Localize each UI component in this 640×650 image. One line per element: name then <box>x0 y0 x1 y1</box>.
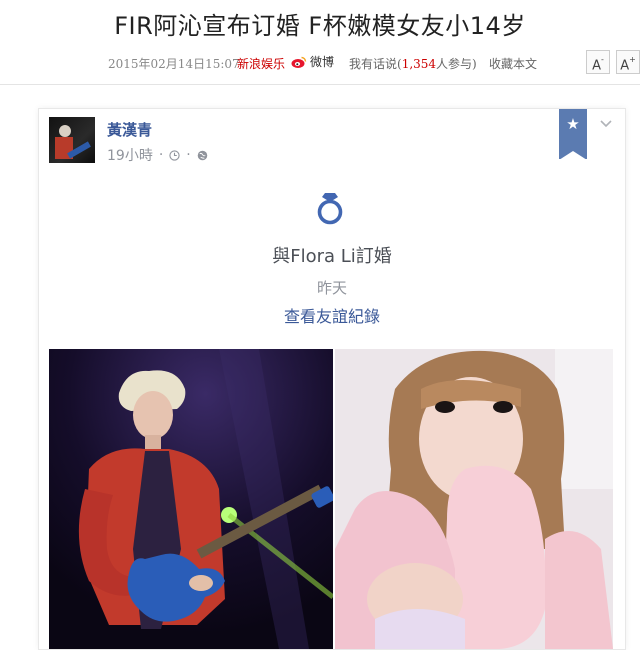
post-timestamp: 19小時 · · <box>107 145 208 165</box>
font-increase-sup: + <box>629 55 636 64</box>
post-time-text[interactable]: 19小時 <box>107 145 153 165</box>
weibo-share[interactable]: 微博 <box>291 53 334 70</box>
globe-icon[interactable] <box>197 150 208 161</box>
collect-article-link[interactable]: 收藏本文 <box>489 55 537 72</box>
avatar[interactable] <box>49 117 95 163</box>
font-increase-button[interactable]: A+ <box>616 50 640 74</box>
weibo-label: 微博 <box>310 55 335 69</box>
life-event-title: 與Flora Li訂婚 <box>272 246 392 267</box>
font-decrease-sup: - <box>601 55 604 64</box>
post-author-name[interactable]: 黃漢青 <box>107 119 152 140</box>
font-decrease-label: A <box>592 58 601 74</box>
comments-prefix: 我有话说( <box>349 57 402 71</box>
facebook-post-card: 黃漢青 19小時 · · ★ 與Flora Li訂婚 昨天 查看友誼紀錄 <box>38 108 626 650</box>
chevron-down-icon[interactable] <box>599 119 613 129</box>
separator-dot-2: · <box>186 147 191 163</box>
comments-suffix: 人参与) <box>436 57 477 71</box>
star-icon: ★ <box>566 115 580 133</box>
see-friendship-link[interactable]: 查看友誼紀錄 <box>39 303 625 327</box>
source-link[interactable]: 新浪娱乐 <box>237 55 285 72</box>
article-meta: 2015年02月14日15:07 新浪娱乐 微博 我有话说(1,354人参与) … <box>0 48 640 78</box>
photo-guitarist[interactable] <box>49 349 333 649</box>
publish-date: 2015年02月14日15:07 <box>108 57 240 71</box>
saved-bookmark[interactable]: ★ <box>559 109 587 160</box>
separator-dot: · <box>158 147 164 163</box>
article-headline: FIR阿沁宣布订婚 F杯嫩模女友小14岁 <box>114 12 526 40</box>
photo-girlfriend[interactable] <box>335 349 613 649</box>
header-divider <box>0 84 640 85</box>
ring-icon <box>317 193 343 225</box>
weibo-icon <box>291 56 307 68</box>
font-increase-label: A <box>620 58 630 74</box>
comments-link[interactable]: 我有话说(1,354人参与) <box>349 55 477 72</box>
life-event-date: 昨天 <box>316 279 347 297</box>
clock-icon <box>169 149 180 161</box>
font-decrease-button[interactable]: A- <box>586 50 610 74</box>
comments-count: 1,354 <box>401 57 437 71</box>
